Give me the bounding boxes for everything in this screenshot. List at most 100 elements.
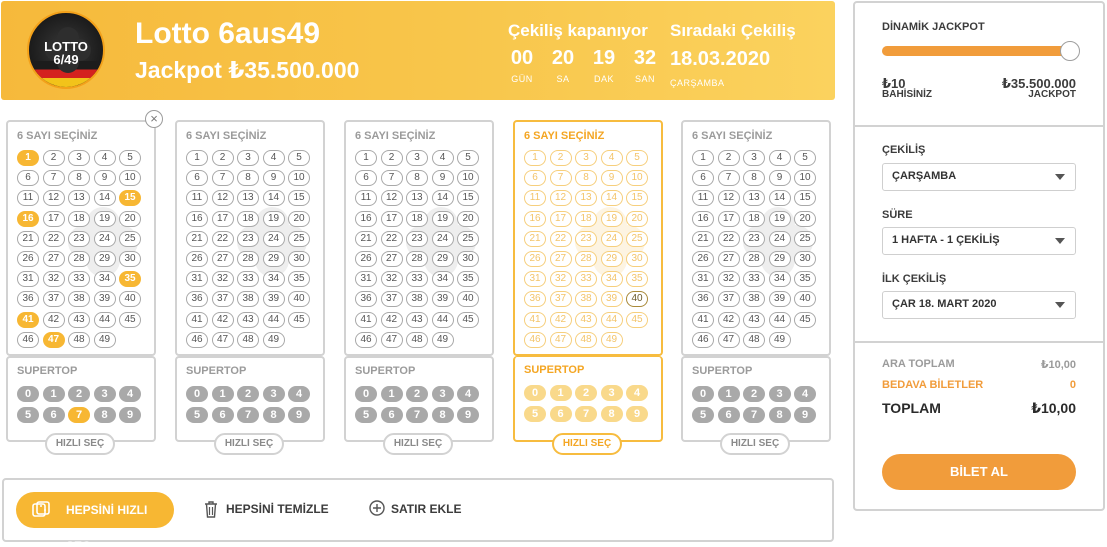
number-ball[interactable]: 27 [42,251,65,267]
number-ball[interactable]: 31 [355,271,377,288]
number-ball[interactable]: 22 [211,230,234,247]
number-ball[interactable]: 16 [355,210,377,227]
close-icon[interactable]: × [145,110,163,128]
number-ball[interactable]: 9 [431,170,454,187]
number-ball[interactable]: 21 [692,230,714,247]
supertop-ball[interactable]: 8 [600,405,623,422]
number-ball[interactable]: 36 [524,291,546,308]
number-ball[interactable]: 14 [431,190,454,207]
number-ball[interactable]: 1 [186,150,208,166]
supertop-ball[interactable]: 5 [692,406,714,423]
number-ball[interactable]: 34 [431,271,454,288]
number-ball[interactable]: 19 [768,210,791,227]
number-ball[interactable]: 16 [17,210,39,227]
number-ball[interactable]: 13 [743,190,765,207]
number-ball[interactable]: 28 [406,251,428,267]
number-ball[interactable]: 45 [794,311,816,328]
number-ball[interactable]: 39 [93,291,116,308]
number-ball[interactable]: 23 [575,230,597,247]
supertop-ball[interactable]: 9 [626,405,648,422]
number-ball[interactable]: 8 [406,170,428,187]
number-ball[interactable]: 39 [600,291,623,308]
number-ball[interactable]: 7 [211,170,234,187]
number-ball[interactable]: 22 [42,230,65,247]
supertop-ball[interactable]: 9 [457,406,479,423]
number-ball[interactable]: 19 [431,210,454,227]
number-ball[interactable]: 6 [17,170,39,187]
supertop-ball[interactable]: 9 [794,406,816,423]
number-ball[interactable]: 37 [549,291,572,308]
number-ball[interactable]: 25 [288,230,310,247]
number-ball[interactable]: 38 [237,291,259,308]
number-ball[interactable]: 40 [288,291,310,308]
number-ball[interactable]: 15 [626,190,648,207]
number-ball[interactable]: 27 [549,251,572,267]
number-ball[interactable]: 46 [186,331,208,348]
supertop-ball[interactable]: 4 [626,385,648,401]
supertop-ball[interactable]: 5 [17,406,39,423]
number-ball[interactable]: 32 [549,271,572,288]
number-ball[interactable]: 15 [457,190,479,207]
number-ball[interactable]: 33 [237,271,259,288]
number-ball[interactable]: 34 [768,271,791,288]
number-ball[interactable]: 38 [68,291,90,308]
number-ball[interactable]: 45 [288,311,310,328]
number-ball[interactable]: 36 [186,291,208,308]
jackpot-slider-handle[interactable] [1060,41,1080,61]
supertop-ball[interactable]: 2 [406,386,428,402]
supertop-ball[interactable]: 1 [549,385,572,401]
number-ball[interactable]: 12 [549,190,572,207]
number-ball[interactable]: 19 [600,210,623,227]
supertop-ball[interactable]: 0 [692,386,714,402]
number-ball[interactable]: 37 [380,291,403,308]
number-ball[interactable]: 22 [380,230,403,247]
number-ball[interactable]: 15 [119,190,141,207]
number-ball[interactable]: 7 [549,170,572,187]
number-ball[interactable]: 17 [549,210,572,227]
number-ball[interactable]: 34 [93,271,116,288]
number-ball[interactable]: 7 [717,170,740,187]
number-ball[interactable]: 16 [186,210,208,227]
number-ball[interactable]: 2 [549,150,572,166]
number-ball[interactable]: 2 [211,150,234,166]
number-ball[interactable]: 6 [524,170,546,187]
number-ball[interactable]: 32 [42,271,65,288]
buy-ticket-button[interactable]: BİLET AL [882,454,1076,490]
number-ball[interactable]: 17 [717,210,740,227]
number-ball[interactable]: 46 [524,331,546,348]
number-ball[interactable]: 28 [575,251,597,267]
quick-pick-button[interactable]: HIZLI SEÇ [45,433,115,455]
number-ball[interactable]: 39 [431,291,454,308]
number-ball[interactable]: 11 [692,190,714,207]
number-ball[interactable]: 10 [457,170,479,187]
number-ball[interactable]: 24 [93,230,116,247]
number-ball[interactable]: 18 [743,210,765,227]
supertop-ball[interactable]: 7 [406,406,428,423]
number-ball[interactable]: 25 [794,230,816,247]
number-ball[interactable]: 16 [692,210,714,227]
number-ball[interactable]: 23 [237,230,259,247]
supertop-ball[interactable]: 6 [549,405,572,422]
number-ball[interactable]: 24 [431,230,454,247]
supertop-ball[interactable]: 2 [237,386,259,402]
number-ball[interactable]: 10 [794,170,816,187]
number-ball[interactable]: 23 [743,230,765,247]
number-ball[interactable]: 5 [288,150,310,166]
number-ball[interactable]: 6 [692,170,714,187]
number-ball[interactable]: 44 [93,311,116,328]
number-ball[interactable]: 4 [600,150,623,166]
number-ball[interactable]: 5 [794,150,816,166]
number-ball[interactable]: 20 [626,210,648,227]
number-ball[interactable]: 35 [119,271,141,288]
number-ball[interactable]: 23 [68,230,90,247]
number-ball[interactable]: 33 [575,271,597,288]
number-ball[interactable]: 35 [288,271,310,288]
number-ball[interactable]: 29 [768,251,791,267]
draw-select[interactable]: ÇARŞAMBA [882,163,1076,191]
number-ball[interactable]: 24 [262,230,285,247]
number-ball[interactable]: 49 [768,331,791,348]
number-ball[interactable]: 20 [288,210,310,227]
number-ball[interactable]: 46 [17,331,39,348]
number-ball[interactable]: 40 [119,291,141,308]
supertop-ball[interactable]: 3 [93,386,116,402]
